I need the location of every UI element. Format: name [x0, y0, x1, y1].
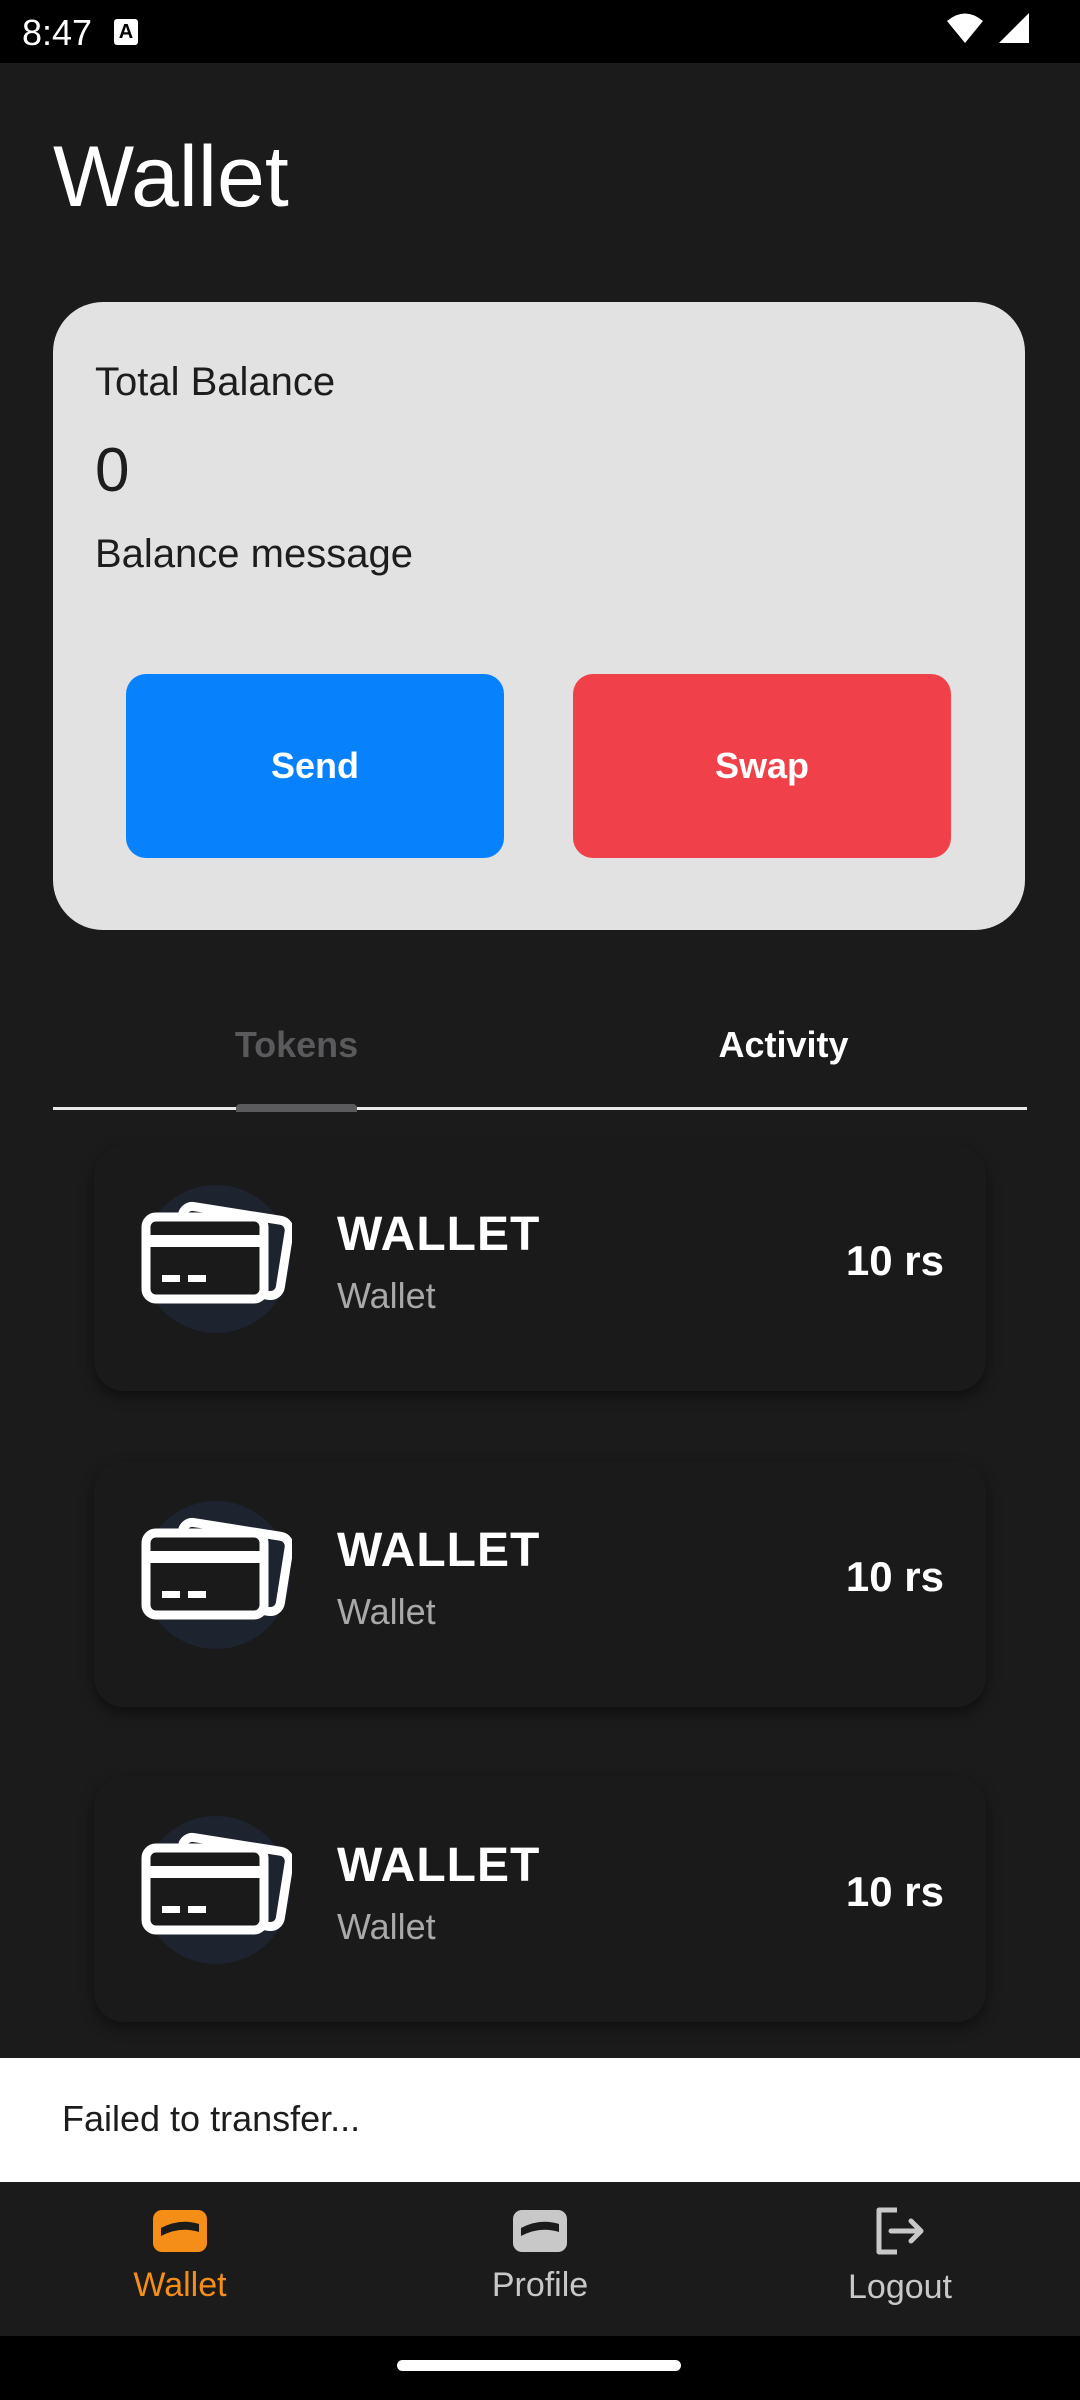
balance-message: Balance message	[95, 532, 413, 576]
bottom-navigation: Wallet Profile Logout	[0, 2182, 1080, 2336]
nav-label-profile: Profile	[491, 2266, 589, 2304]
notification-badge-icon: A	[114, 19, 138, 45]
token-list-item[interactable]: WALLET Wallet 10 rs	[94, 1145, 986, 1391]
home-indicator[interactable]	[397, 2360, 681, 2371]
tab-indicator	[236, 1104, 357, 1112]
wallet-icon	[153, 2210, 207, 2252]
balance-card: Total Balance 0 Balance message Send Swa…	[53, 302, 1025, 930]
nav-item-profile[interactable]: Profile	[410, 2206, 670, 2305]
token-subtitle: Wallet	[337, 1906, 436, 1947]
system-navigation-bar	[0, 2336, 1080, 2400]
snackbar: Failed to transfer...	[0, 2058, 1080, 2182]
credit-cards-icon	[141, 1185, 292, 1333]
tab-tokens[interactable]: Tokens	[53, 1024, 540, 1066]
balance-value: 0	[95, 436, 130, 505]
swap-button[interactable]: Swap	[573, 674, 951, 858]
snackbar-message: Failed to transfer...	[62, 2098, 361, 2139]
token-list-item[interactable]: WALLET Wallet 10 rs	[94, 1461, 986, 1707]
nav-item-logout[interactable]: Logout	[770, 2206, 1030, 2307]
status-icons	[946, 12, 1030, 44]
page-title: Wallet	[53, 129, 289, 225]
token-name: WALLET	[337, 1208, 541, 1261]
status-bar: 8:47 A	[0, 0, 1080, 63]
balance-label: Total Balance	[95, 360, 336, 404]
wifi-icon	[947, 13, 983, 43]
token-amount: 10 rs	[845, 1553, 944, 1600]
wallet-screen: 8:47 A Wallet Total Balance 0 Balance me…	[0, 0, 1080, 2400]
nav-item-wallet[interactable]: Wallet	[50, 2206, 310, 2305]
signal-icon	[999, 13, 1029, 43]
token-name: WALLET	[337, 1524, 541, 1577]
tab-bar: Tokens Activity	[53, 1010, 1027, 1112]
credit-cards-icon	[141, 1816, 292, 1964]
token-amount: 10 rs	[845, 1237, 944, 1284]
wallet-icon	[513, 2210, 567, 2252]
token-subtitle: Wallet	[337, 1591, 436, 1632]
token-subtitle: Wallet	[337, 1275, 436, 1316]
credit-cards-icon	[141, 1501, 292, 1649]
token-list-item[interactable]: WALLET Wallet 10 rs	[94, 1776, 986, 2022]
token-name: WALLET	[337, 1839, 541, 1892]
nav-label-logout: Logout	[848, 2268, 952, 2306]
status-time: 8:47	[22, 12, 93, 53]
logout-icon	[876, 2207, 924, 2255]
nav-label-wallet: Wallet	[133, 2266, 227, 2304]
send-button[interactable]: Send	[126, 674, 504, 858]
tab-activity[interactable]: Activity	[540, 1024, 1027, 1066]
token-amount: 10 rs	[845, 1868, 944, 1915]
